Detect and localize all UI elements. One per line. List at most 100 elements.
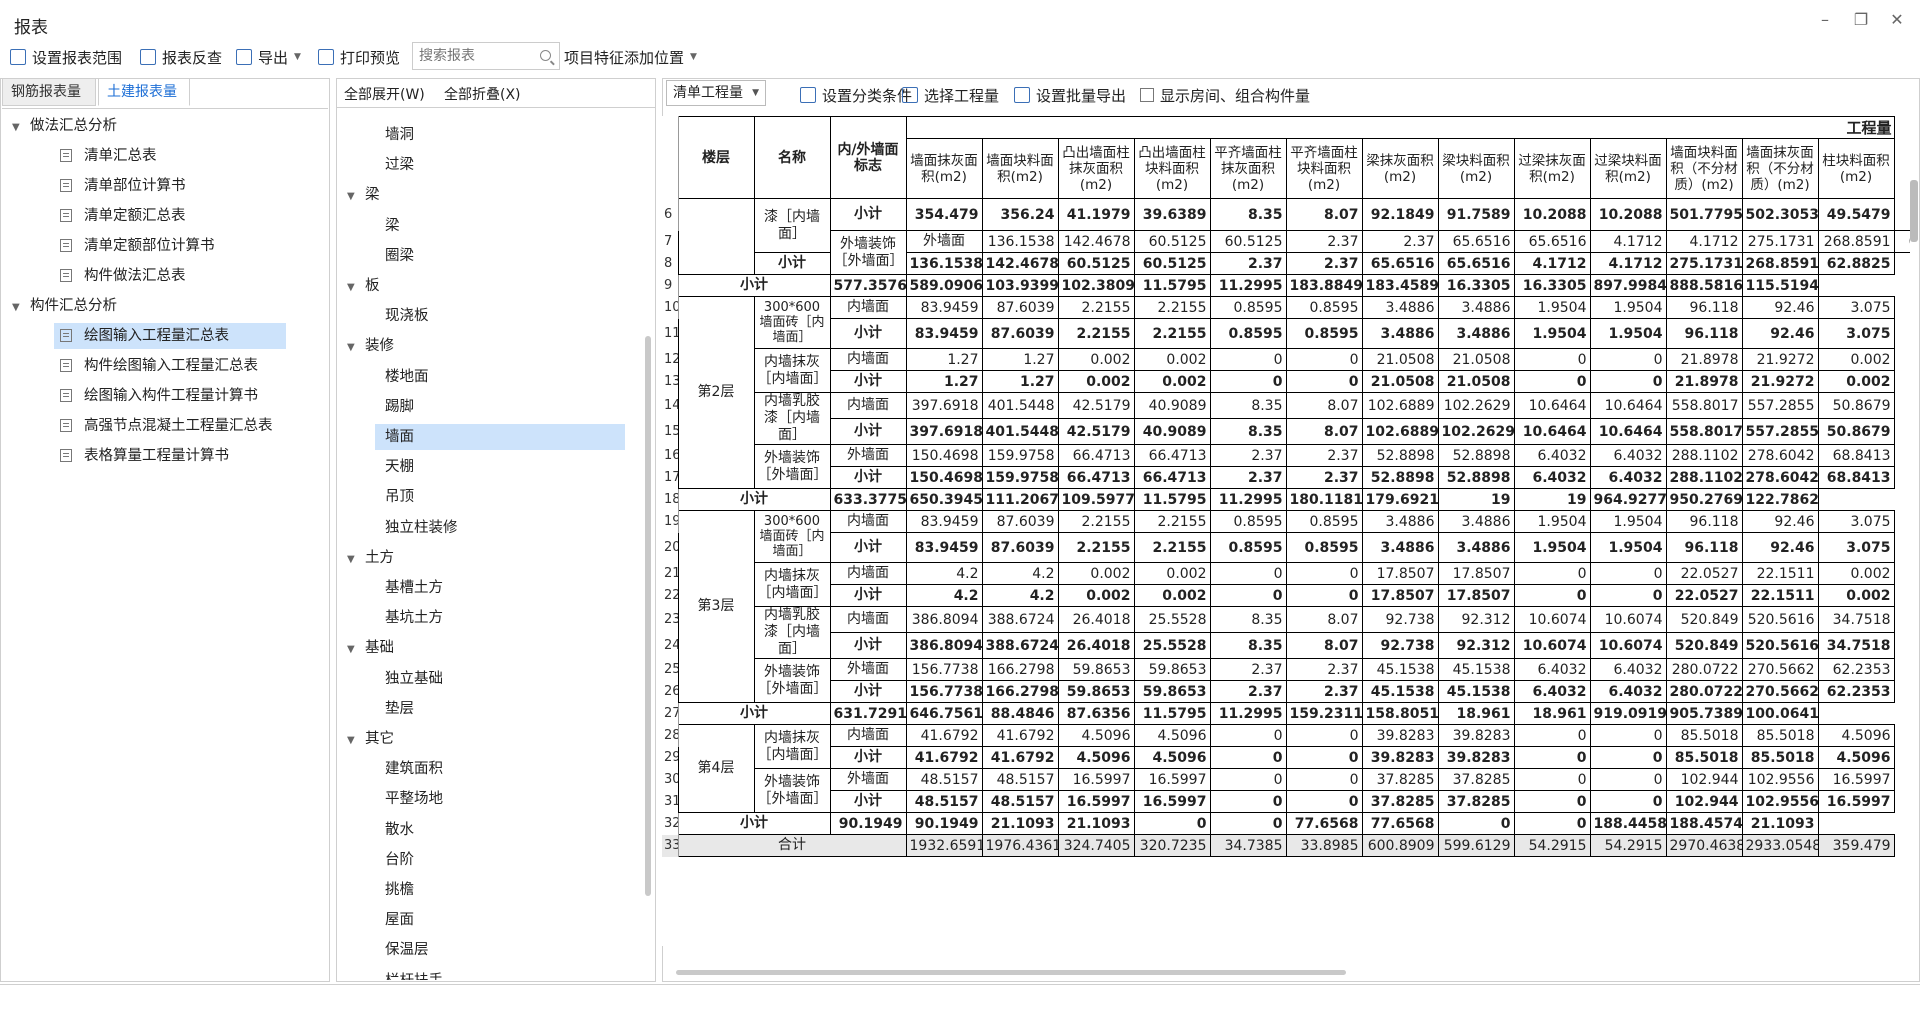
report-item[interactable]: 构件绘图输入工程量汇总表 <box>54 353 264 379</box>
component-type[interactable]: 楼地面 <box>375 364 429 390</box>
table-row[interactable]: 13 小计 1.27 1.27 0.002 0.002 0 0 21.0508 21.0508 0 0… <box>662 370 1910 393</box>
minimize-icon[interactable]: – <box>1812 10 1838 29</box>
report-item[interactable]: 清单定额汇总表 <box>54 203 192 229</box>
table-row[interactable]: 15 小计 397.6918 401.5448 42.5179 40.9089 8.35 8.… <box>662 418 1910 445</box>
table-row[interactable]: 24 小计 386.8094 388.6724 26.4018 25.5528 8.35 8.… <box>662 632 1910 659</box>
report-item[interactable]: 绘图输入构件工程量计算书 <box>54 383 264 409</box>
print-preview-button[interactable]: 打印预览 <box>318 46 400 68</box>
collapse-all-button[interactable]: 全部折叠(X) <box>444 84 521 104</box>
component-type[interactable]: 基槽土方 <box>375 575 443 601</box>
table-row[interactable]: 9 小计 577.3576 589.0906 103.9399 102.3809 11.57… <box>662 274 1910 297</box>
expand-all-button[interactable]: 全部展开(W) <box>344 84 425 104</box>
component-category[interactable]: ▼ 基础 <box>347 635 394 661</box>
component-type[interactable]: 梁 <box>375 213 400 239</box>
table-row[interactable]: 29 小计 41.6792 41.6792 4.5096 4.5096 0 0 39.8283 3… <box>662 746 1910 769</box>
report-item[interactable]: 构件做法汇总表 <box>54 263 192 289</box>
table-row[interactable]: 7 外墙装饰［外墙面］ 外墙面 136.1538 142.4678 60.5125 60.5… <box>662 230 1910 275</box>
tree-group[interactable]: ▼ 构件汇总分析 <box>12 293 117 319</box>
table-row[interactable]: 14 内墙乳胶漆［内墙面］ 内墙面 397.6918 401.5448 42.5179 40… <box>662 392 1910 445</box>
batch-export-button[interactable]: 设置批量导出 <box>1014 84 1126 106</box>
table-row[interactable]: 22 小计 4.2 4.2 0.002 0.002 0 0 17.8507 17.8507 0 0 22… <box>662 584 1910 607</box>
table-vertical-scrollbar[interactable] <box>1910 180 1918 242</box>
collapse-triangle-icon[interactable]: ▼ <box>12 115 30 141</box>
component-type[interactable]: 散水 <box>375 817 414 843</box>
tab-civil-report[interactable]: 土建报表量 <box>98 78 190 106</box>
table-row[interactable]: 6 漆［内墙面］ 小计 354.479 356.24 41.1979 39.6389 8.35… <box>662 198 1910 275</box>
component-type[interactable]: 台阶 <box>375 847 414 873</box>
mode-select[interactable]: 清单工程量 ▼ <box>666 80 766 106</box>
component-type[interactable]: 栏杆扶手 <box>375 968 443 980</box>
table-row[interactable]: 28 第4层 内墙抹灰［内墙面］ 内墙面 41.6792 41.6792 4.5096 4.5… <box>662 724 1910 813</box>
component-type[interactable]: 踢脚 <box>375 394 414 420</box>
table-row[interactable]: 11 小计 83.9459 87.6039 2.2155 2.2155 0.8595 0.85… <box>662 318 1910 349</box>
component-type[interactable]: 建筑面积 <box>375 756 443 782</box>
collapse-triangle-icon[interactable]: ▼ <box>12 295 30 321</box>
table-row[interactable]: 27 小计 631.7291 646.7561 88.4846 87.6356 11.579… <box>662 702 1910 725</box>
component-type[interactable]: 基坑土方 <box>375 605 443 631</box>
table-row[interactable]: 33 合计 1932.6591 1976.4361 324.7405 320.7235 34… <box>662 834 1910 857</box>
tree-group[interactable]: ▼ 做法汇总分析 <box>12 113 117 139</box>
collapse-triangle-icon[interactable]: ▼ <box>347 728 365 754</box>
table-row[interactable]: 10 第2层 300*600墙面砖［内墙面］ 内墙面 83.9459 87.6039 2.2… <box>662 296 1910 489</box>
restore-icon[interactable]: ❐ <box>1848 10 1874 29</box>
table-row[interactable]: 12 内墙抹灰［内墙面］ 内墙面 1.27 1.27 0.002 0.002 0 0 21.050… <box>662 348 1910 393</box>
component-type[interactable]: 过梁 <box>375 152 414 178</box>
report-item[interactable]: 清单部位计算书 <box>54 173 192 199</box>
table-row[interactable]: 23 内墙乳胶漆［内墙面］ 内墙面 386.8094 388.6724 26.4018 25… <box>662 606 1910 659</box>
table-horizontal-scrollbar[interactable] <box>676 970 1346 975</box>
report-item[interactable]: 表格算量工程量计算书 <box>54 443 235 469</box>
component-type[interactable]: 独立柱装修 <box>375 515 458 541</box>
component-type[interactable]: 平整场地 <box>375 786 443 812</box>
search-input[interactable] <box>413 43 531 69</box>
table-row[interactable]: 31 小计 48.5157 48.5157 16.5997 16.5997 0 0 37.828… <box>662 790 1910 813</box>
table-row[interactable]: 18 小计 633.3775 650.3945 111.2067 109.5977 11.5… <box>662 488 1910 511</box>
report-item[interactable]: 绘图输入工程量汇总表 <box>54 323 286 349</box>
component-type[interactable]: 挑檐 <box>375 877 414 903</box>
component-category[interactable]: ▼ 梁 <box>347 182 380 208</box>
component-type[interactable]: 圈梁 <box>375 243 414 269</box>
report-item[interactable]: 清单汇总表 <box>54 143 163 169</box>
component-type[interactable]: 墙面 <box>375 424 625 450</box>
collapse-triangle-icon[interactable]: ▼ <box>347 335 365 361</box>
close-icon[interactable]: ✕ <box>1884 10 1910 29</box>
table-row[interactable]: 16 外墙装饰［外墙面］ 外墙面 150.4698 159.9758 66.4713 66.… <box>662 444 1910 489</box>
collapse-triangle-icon[interactable]: ▼ <box>347 637 365 663</box>
table-row[interactable]: 20 小计 83.9459 87.6039 2.2155 2.2155 0.8595 0.85… <box>662 532 1910 563</box>
show-room-checkbox[interactable]: 显示房间、组合构件量 <box>1140 84 1310 106</box>
table-row[interactable]: 32 小计 90.1949 90.1949 21.1093 21.1093 0 0 77.656… <box>662 812 1910 835</box>
component-type[interactable]: 保温层 <box>375 937 429 963</box>
component-type[interactable]: 天棚 <box>375 454 414 480</box>
table-row[interactable]: 19 第3层 300*600墙面砖［内墙面］ 内墙面 83.9459 87.6039 2.2… <box>662 510 1910 703</box>
component-category[interactable]: ▼ 土方 <box>347 545 394 571</box>
checkbox-icon[interactable] <box>1140 88 1154 102</box>
component-category[interactable]: ▼ 装修 <box>347 333 394 359</box>
select-project-button[interactable]: 选择工程量 <box>902 84 999 106</box>
reverse-button[interactable]: 报表反查 <box>140 46 222 68</box>
table-row[interactable]: 26 小计 156.7738 166.2798 59.8653 59.8653 2.37 2.… <box>662 680 1910 703</box>
component-type[interactable]: 现浇板 <box>375 303 429 329</box>
table-row[interactable]: 25 外墙装饰［外墙面］ 外墙面 156.7738 166.2798 59.8653 59.… <box>662 658 1910 703</box>
collapse-triangle-icon[interactable]: ▼ <box>347 184 365 210</box>
component-type[interactable]: 吊顶 <box>375 484 414 510</box>
report-item[interactable]: 清单定额部位计算书 <box>54 233 221 259</box>
collapse-triangle-icon[interactable]: ▼ <box>347 547 365 573</box>
tab-rebar-report[interactable]: 钢筋报表量 <box>2 78 96 106</box>
table-row[interactable]: 30 外墙装饰［外墙面］ 外墙面 48.5157 48.5157 16.5997 16.59… <box>662 768 1910 813</box>
add-position-dropdown[interactable]: 项目特征添加位置 ▼ <box>564 46 697 68</box>
component-category[interactable]: ▼ 其它 <box>347 726 394 752</box>
search-icon[interactable] <box>540 50 551 61</box>
component-category[interactable]: ▼ 板 <box>347 273 380 299</box>
component-type[interactable]: 墙洞 <box>375 122 414 148</box>
component-type[interactable]: 屋面 <box>375 907 414 933</box>
set-range-button[interactable]: 设置报表范围 <box>10 46 122 68</box>
component-type[interactable]: 独立基础 <box>375 666 443 692</box>
set-category-button[interactable]: 设置分类条件 <box>800 84 912 106</box>
collapse-triangle-icon[interactable]: ▼ <box>347 275 365 301</box>
table-row[interactable]: 21 内墙抹灰［内墙面］ 内墙面 4.2 4.2 0.002 0.002 0 0 17.8507 1… <box>662 562 1910 607</box>
component-tree-scrollbar[interactable] <box>645 336 651 896</box>
search-box[interactable] <box>412 42 560 70</box>
table-row[interactable]: 17 小计 150.4698 159.9758 66.4713 66.4713 2.37 2.… <box>662 466 1910 489</box>
export-button[interactable]: 导出 ▼ <box>236 46 301 68</box>
report-item[interactable]: 高强节点混凝土工程量汇总表 <box>54 413 279 439</box>
component-type[interactable]: 垫层 <box>375 696 414 722</box>
